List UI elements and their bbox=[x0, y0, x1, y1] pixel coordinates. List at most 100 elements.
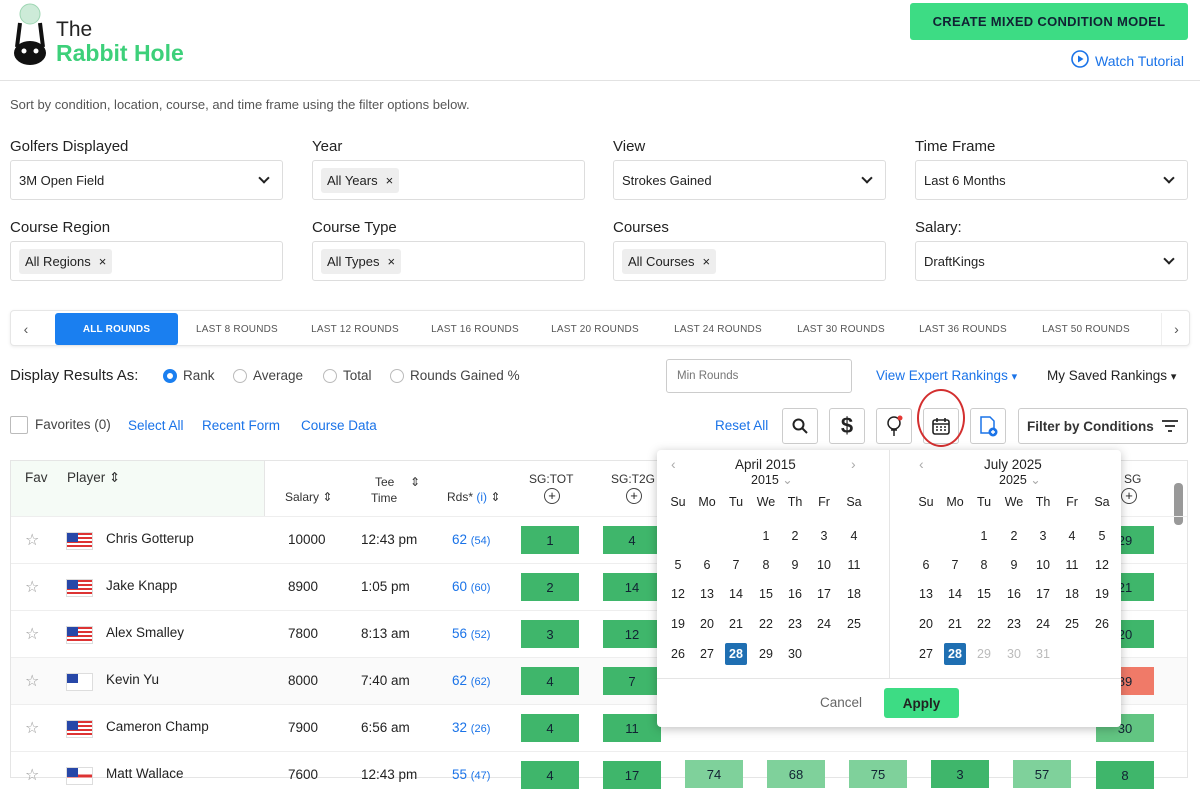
tab-last-50[interactable]: LAST 50 ROUNDS bbox=[1032, 313, 1140, 345]
player-name[interactable]: Kevin Yu bbox=[106, 672, 159, 687]
timeframe-select[interactable]: Last 6 Months bbox=[915, 160, 1188, 200]
calendar-day[interactable]: 19 bbox=[667, 613, 689, 635]
header-player[interactable]: Player ⇕ bbox=[67, 470, 120, 486]
tab-all-rounds[interactable]: ALL ROUNDS bbox=[55, 313, 178, 345]
select-all-link[interactable]: Select All bbox=[128, 418, 184, 433]
calendar-day[interactable]: 15 bbox=[973, 583, 995, 605]
calendar-day[interactable]: 21 bbox=[944, 613, 966, 635]
add-column-icon[interactable]: + bbox=[544, 488, 560, 504]
course-data-link[interactable]: Course Data bbox=[301, 418, 377, 433]
calendar-day[interactable]: 8 bbox=[973, 554, 995, 576]
remove-icon[interactable]: × bbox=[388, 254, 396, 269]
calendar-day[interactable]: 4 bbox=[843, 525, 865, 547]
calendar-day[interactable]: 8 bbox=[755, 554, 777, 576]
add-column-icon[interactable]: + bbox=[626, 488, 642, 504]
view-select[interactable]: Strokes Gained bbox=[613, 160, 886, 200]
calendar-day[interactable]: 4 bbox=[1061, 525, 1083, 547]
remove-icon[interactable]: × bbox=[702, 254, 710, 269]
player-name[interactable]: Cameron Champ bbox=[106, 719, 209, 734]
calendar-day[interactable]: 31 bbox=[1032, 643, 1054, 665]
calendar-day[interactable]: 23 bbox=[784, 613, 806, 635]
player-name[interactable]: Chris Gotterup bbox=[106, 531, 194, 546]
golf-tee-button[interactable] bbox=[876, 408, 912, 444]
tab-last-8[interactable]: LAST 8 ROUNDS bbox=[183, 313, 291, 345]
prev-month-icon[interactable]: ‹ bbox=[919, 456, 924, 472]
calendar-day[interactable]: 10 bbox=[1032, 554, 1054, 576]
calendar-day[interactable]: 16 bbox=[1003, 583, 1025, 605]
reset-all-link[interactable]: Reset All bbox=[715, 418, 768, 433]
calendar-day[interactable]: 25 bbox=[843, 613, 865, 635]
calendar-day[interactable]: 29 bbox=[755, 643, 777, 665]
salary-button[interactable]: $ bbox=[829, 408, 865, 444]
create-mixed-condition-model-button[interactable]: CREATE MIXED CONDITION MODEL bbox=[910, 3, 1188, 40]
star-icon[interactable]: ☆ bbox=[25, 671, 39, 691]
calendar-day[interactable]: 3 bbox=[1032, 525, 1054, 547]
year-select[interactable]: All Years × bbox=[312, 160, 585, 200]
radio-total[interactable]: Total bbox=[323, 367, 372, 383]
header-rds[interactable]: Rds* (i) ⇕ bbox=[447, 490, 500, 504]
export-button[interactable] bbox=[970, 408, 1006, 444]
star-icon[interactable]: ☆ bbox=[25, 718, 39, 738]
rounds-link[interactable]: 60 (60) bbox=[452, 579, 490, 594]
right-year-select[interactable]: 2025 ⌄ bbox=[999, 472, 1041, 487]
info-icon[interactable]: (i) bbox=[476, 490, 487, 504]
saved-rankings-dropdown[interactable]: My Saved Rankings ▾ bbox=[1047, 368, 1176, 383]
calendar-day[interactable]: 5 bbox=[1091, 525, 1113, 547]
calendar-day[interactable]: 22 bbox=[755, 613, 777, 635]
rounds-link[interactable]: 56 (52) bbox=[452, 626, 490, 641]
calendar-day[interactable]: 7 bbox=[944, 554, 966, 576]
next-month-icon[interactable]: › bbox=[851, 456, 856, 472]
courses-chip[interactable]: All Courses × bbox=[622, 248, 717, 274]
prev-month-icon[interactable]: ‹ bbox=[671, 456, 676, 472]
player-name[interactable]: Matt Wallace bbox=[106, 766, 184, 781]
radio-average[interactable]: Average bbox=[233, 367, 303, 383]
view-expert-rankings-link[interactable]: View Expert Rankings ▾ bbox=[876, 368, 1017, 383]
remove-icon[interactable]: × bbox=[99, 254, 107, 269]
calendar-day[interactable]: 12 bbox=[667, 583, 689, 605]
tab-last-30[interactable]: LAST 30 ROUNDS bbox=[787, 313, 895, 345]
calendar-day[interactable]: 18 bbox=[1061, 583, 1083, 605]
calendar-day[interactable]: 1 bbox=[973, 525, 995, 547]
min-rounds-input[interactable] bbox=[666, 359, 852, 393]
star-icon[interactable]: ☆ bbox=[25, 765, 39, 785]
tab-last-36[interactable]: LAST 36 ROUNDS bbox=[909, 313, 1017, 345]
calendar-day[interactable]: 30 bbox=[1003, 643, 1025, 665]
calendar-day[interactable]: 17 bbox=[813, 583, 835, 605]
calendar-day[interactable]: 29 bbox=[973, 643, 995, 665]
calendar-day[interactable]: 27 bbox=[696, 643, 718, 665]
salary-select[interactable]: DraftKings bbox=[915, 241, 1188, 281]
calendar-day[interactable]: 28 bbox=[725, 643, 747, 665]
calendar-day[interactable]: 9 bbox=[784, 554, 806, 576]
star-icon[interactable]: ☆ bbox=[25, 577, 39, 597]
type-select[interactable]: All Types × bbox=[312, 241, 585, 281]
rounds-link[interactable]: 55 (47) bbox=[452, 767, 490, 782]
calendar-day[interactable]: 10 bbox=[813, 554, 835, 576]
calendar-day[interactable]: 26 bbox=[667, 643, 689, 665]
calendar-day[interactable]: 11 bbox=[1061, 554, 1083, 576]
calendar-day[interactable]: 18 bbox=[843, 583, 865, 605]
calendar-day[interactable]: 1 bbox=[755, 525, 777, 547]
calendar-day[interactable]: 6 bbox=[696, 554, 718, 576]
year-chip[interactable]: All Years × bbox=[321, 167, 400, 193]
calendar-day[interactable]: 19 bbox=[1091, 583, 1113, 605]
calendar-day[interactable]: 24 bbox=[813, 613, 835, 635]
type-chip[interactable]: All Types × bbox=[321, 248, 402, 274]
calendar-day[interactable]: 9 bbox=[1003, 554, 1025, 576]
radio-rank[interactable]: Rank bbox=[163, 367, 215, 383]
calendar-day[interactable]: 14 bbox=[944, 583, 966, 605]
calendar-day[interactable]: 12 bbox=[1091, 554, 1113, 576]
star-icon[interactable]: ☆ bbox=[25, 530, 39, 550]
region-select[interactable]: All Regions × bbox=[10, 241, 283, 281]
calendar-day[interactable]: 30 bbox=[784, 643, 806, 665]
scroll-left-icon[interactable]: ‹ bbox=[15, 313, 37, 345]
calendar-day[interactable]: 15 bbox=[755, 583, 777, 605]
calendar-day[interactable]: 14 bbox=[725, 583, 747, 605]
region-chip[interactable]: All Regions × bbox=[19, 248, 113, 274]
calendar-day[interactable]: 16 bbox=[784, 583, 806, 605]
tab-last-20[interactable]: LAST 20 ROUNDS bbox=[541, 313, 649, 345]
calendar-day[interactable]: 7 bbox=[725, 554, 747, 576]
calendar-day[interactable]: 20 bbox=[915, 613, 937, 635]
cancel-button[interactable]: Cancel bbox=[820, 695, 862, 710]
player-name[interactable]: Alex Smalley bbox=[106, 625, 184, 640]
calendar-day[interactable]: 27 bbox=[915, 643, 937, 665]
